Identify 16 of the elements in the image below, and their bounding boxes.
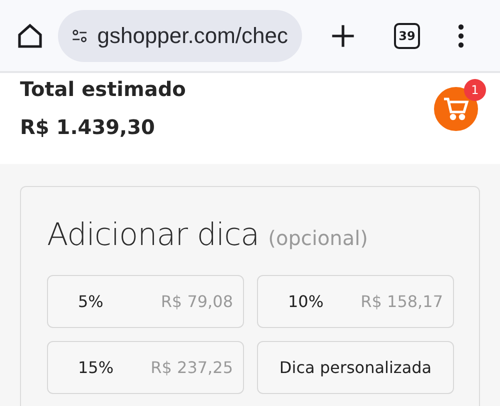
cart-button[interactable] [434,87,478,131]
tab-count-button[interactable]: 39 [394,22,420,48]
tip-option-button[interactable]: 5% R$ 79,08 [47,275,244,328]
plus-icon[interactable] [330,22,356,48]
total-amount: R$ 1.439,30 [20,115,156,139]
total-label: Total estimado [20,77,186,101]
cart-count-badge: 1 [464,79,486,101]
tip-subtitle: (opcional) [268,226,368,250]
tip-title: Adicionar dica [47,217,260,253]
custom-tip-button[interactable]: Dica personalizada [257,341,454,394]
address-bar[interactable]: gshopper.com/chec [58,10,302,62]
tip-option-button[interactable]: 10% R$ 158,17 [257,275,454,328]
tip-option-button[interactable]: 15% R$ 237,25 [47,341,244,394]
cart-icon [443,97,469,121]
home-icon[interactable] [16,22,44,50]
menu-icon[interactable] [458,24,464,48]
